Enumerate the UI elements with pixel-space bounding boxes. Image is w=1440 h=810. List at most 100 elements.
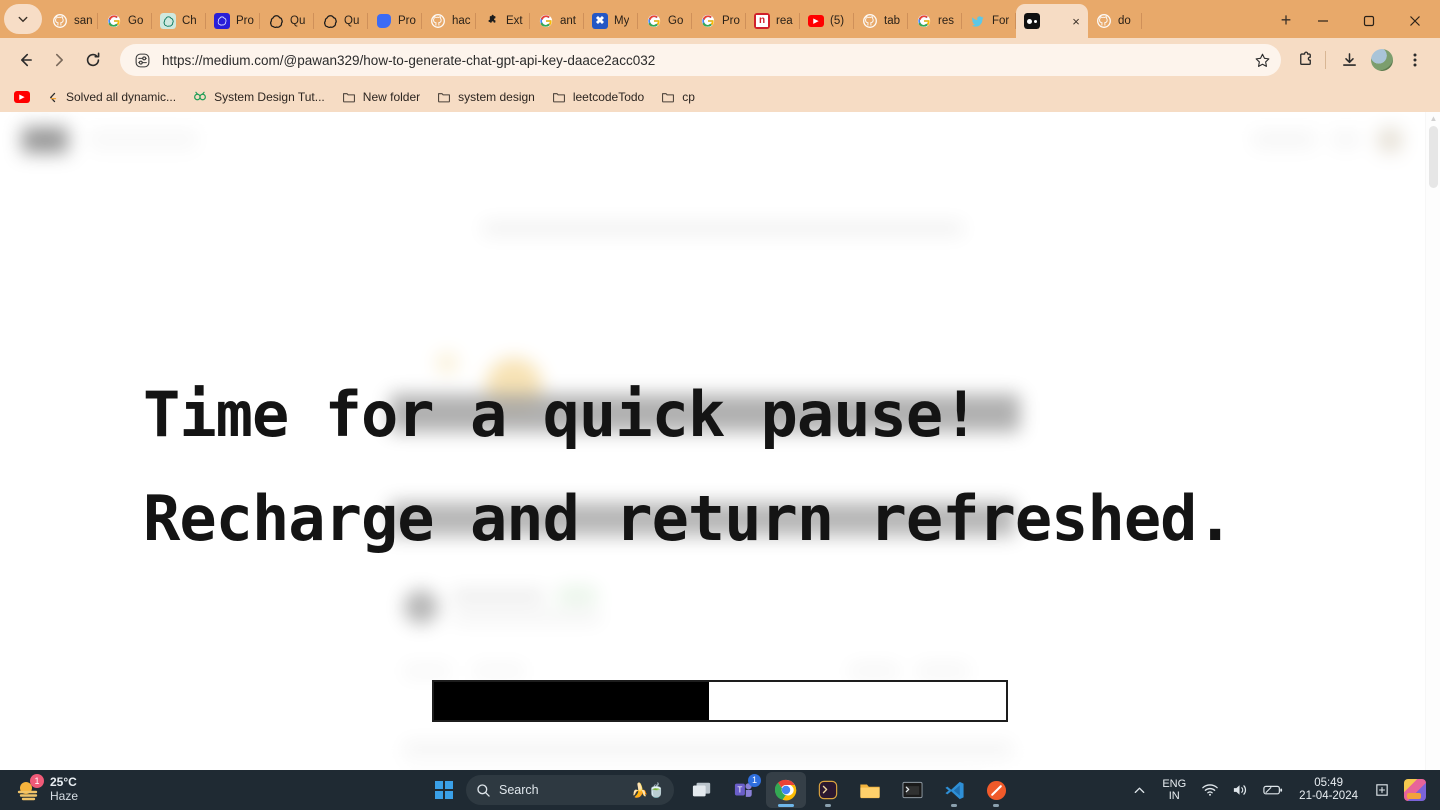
browser-tab[interactable]: Go bbox=[638, 4, 692, 38]
close-tab-button[interactable]: × bbox=[1068, 13, 1084, 29]
bookmark-label: Solved all dynamic... bbox=[66, 90, 177, 104]
break-progress-fill bbox=[434, 682, 709, 720]
folder-icon bbox=[436, 89, 452, 105]
google-icon bbox=[916, 13, 932, 29]
weather-temperature: 25°C bbox=[50, 775, 77, 790]
window-controls bbox=[1300, 4, 1440, 38]
site-settings-icon[interactable] bbox=[130, 48, 154, 72]
downloads-button[interactable] bbox=[1334, 45, 1364, 75]
browser-tab[interactable]: res bbox=[908, 4, 962, 38]
clock-widget[interactable]: 05:49 21-04-2024 bbox=[1291, 773, 1366, 807]
battery-button[interactable] bbox=[1257, 773, 1289, 807]
tab-label: Ch bbox=[182, 15, 197, 27]
address-bar[interactable]: https://medium.com/@pawan329/how-to-gene… bbox=[120, 44, 1281, 76]
browser-tab[interactable]: Pro bbox=[692, 4, 746, 38]
region-code: IN bbox=[1168, 790, 1180, 802]
bird-icon bbox=[970, 13, 986, 29]
taskbar-app-terminal[interactable] bbox=[808, 772, 848, 808]
reload-button[interactable] bbox=[78, 45, 108, 75]
browser-tab[interactable]: ✖ My bbox=[584, 4, 638, 38]
minimize-button[interactable] bbox=[1300, 5, 1346, 37]
taskbar-search-box[interactable]: Search 🍌🍵 bbox=[466, 775, 674, 805]
copilot-button[interactable] bbox=[1398, 773, 1432, 807]
tab-separator bbox=[1141, 13, 1142, 29]
chevron-down-icon bbox=[18, 16, 28, 23]
extensions-button[interactable] bbox=[1290, 45, 1320, 75]
taskbar-app-orange-app[interactable] bbox=[976, 772, 1016, 808]
leetcode-icon bbox=[44, 89, 60, 105]
taskbar-app-file-explorer[interactable] bbox=[850, 772, 890, 808]
taskbar-app-microsoft-teams[interactable]: T1 bbox=[724, 772, 764, 808]
bookmark-item[interactable]: System Design Tut... bbox=[184, 85, 333, 109]
overlay-headline: Time for a quick pause! bbox=[143, 378, 980, 451]
bookmark-item[interactable]: cp bbox=[652, 85, 703, 109]
taskbar-app-vs-code[interactable] bbox=[934, 772, 974, 808]
tab-strip: san Go Ch Pro Qu Qu Pro hac Ext ant ✖ My Go Pro n rea ▶(… bbox=[0, 0, 1440, 38]
network-button[interactable] bbox=[1196, 773, 1224, 807]
profile-button[interactable] bbox=[1367, 45, 1397, 75]
language-indicator[interactable]: ENG IN bbox=[1154, 773, 1194, 807]
browser-tab[interactable]: For bbox=[962, 4, 1016, 38]
taskbar-running-indicator bbox=[825, 804, 831, 807]
browser-tab[interactable]: tab bbox=[854, 4, 908, 38]
bell-icon bbox=[1376, 784, 1388, 796]
github-icon bbox=[430, 13, 446, 29]
blue-x-icon: ✖ bbox=[592, 13, 608, 29]
url-text[interactable]: https://medium.com/@pawan329/how-to-gene… bbox=[162, 53, 1249, 68]
back-button[interactable] bbox=[10, 45, 40, 75]
browser-tab[interactable]: Ext bbox=[476, 4, 530, 38]
browser-tab[interactable]: san bbox=[44, 4, 98, 38]
start-button[interactable] bbox=[424, 772, 464, 808]
google-icon bbox=[646, 13, 662, 29]
bookmark-star-button[interactable] bbox=[1249, 47, 1275, 73]
browser-tab[interactable]: Pro bbox=[206, 4, 260, 38]
bookmark-item[interactable]: New folder bbox=[333, 85, 428, 109]
close-icon bbox=[1410, 16, 1420, 26]
weather-text: 25°C Haze bbox=[50, 775, 78, 804]
youtube-icon: ▶ bbox=[808, 13, 824, 29]
browser-tab[interactable]: Pro bbox=[368, 4, 422, 38]
browser-tab[interactable]: Go bbox=[98, 4, 152, 38]
bookmark-item[interactable]: leetcodeTodo bbox=[543, 85, 652, 109]
browser-tab[interactable]: hac bbox=[422, 4, 476, 38]
browser-tab[interactable]: do bbox=[1088, 4, 1142, 38]
download-icon bbox=[1342, 52, 1356, 66]
taskbar-app-command-prompt[interactable] bbox=[892, 772, 932, 808]
bookmark-item[interactable]: system design bbox=[428, 85, 543, 109]
taskbar-app-google-chrome[interactable] bbox=[766, 772, 806, 808]
browser-tab-active[interactable]: × bbox=[1016, 4, 1088, 38]
notifications-button[interactable] bbox=[1368, 773, 1396, 807]
break-reminder-message: Time for a quick pause! Recharge and ret… bbox=[143, 384, 1323, 550]
forward-button[interactable] bbox=[44, 45, 74, 75]
close-window-button[interactable] bbox=[1392, 5, 1438, 37]
tune-sliders-icon bbox=[135, 53, 149, 67]
browser-tab[interactable]: Qu bbox=[314, 4, 368, 38]
tab-search-chevron-icon[interactable] bbox=[4, 4, 42, 34]
tab-label: (5) bbox=[830, 15, 845, 27]
youtube-icon: ▶ bbox=[14, 89, 30, 105]
back-arrow-icon bbox=[21, 53, 32, 67]
browser-tab[interactable]: Ch bbox=[152, 4, 206, 38]
browser-tab[interactable]: n rea bbox=[746, 4, 800, 38]
bookmark-label: System Design Tut... bbox=[214, 90, 325, 104]
browser-toolbar: https://medium.com/@pawan329/how-to-gene… bbox=[0, 38, 1440, 82]
tray-overflow-button[interactable] bbox=[1127, 773, 1152, 807]
browser-tab[interactable]: ant bbox=[530, 4, 584, 38]
speaker-icon bbox=[1234, 785, 1247, 795]
browser-tab[interactable]: ▶ (5) bbox=[800, 4, 854, 38]
puzzle-icon bbox=[1299, 51, 1311, 65]
tab-label: My bbox=[614, 15, 630, 27]
blue-square-icon bbox=[214, 13, 230, 29]
weather-widget[interactable]: 1 25°C Haze bbox=[0, 770, 88, 810]
new-tab-button[interactable]: + bbox=[1272, 6, 1300, 34]
volume-button[interactable] bbox=[1226, 773, 1255, 807]
bookmark-item[interactable]: Solved all dynamic... bbox=[36, 85, 184, 109]
browser-tab[interactable]: Qu bbox=[260, 4, 314, 38]
maximize-button[interactable] bbox=[1346, 5, 1392, 37]
chevron-up-icon bbox=[1134, 787, 1145, 793]
taskbar-app-task-view[interactable] bbox=[682, 772, 722, 808]
tab-label: Pro bbox=[236, 15, 254, 27]
chrome-menu-button[interactable] bbox=[1400, 45, 1430, 75]
google-icon bbox=[538, 13, 554, 29]
bookmark-item[interactable]: ▶ bbox=[8, 85, 36, 109]
